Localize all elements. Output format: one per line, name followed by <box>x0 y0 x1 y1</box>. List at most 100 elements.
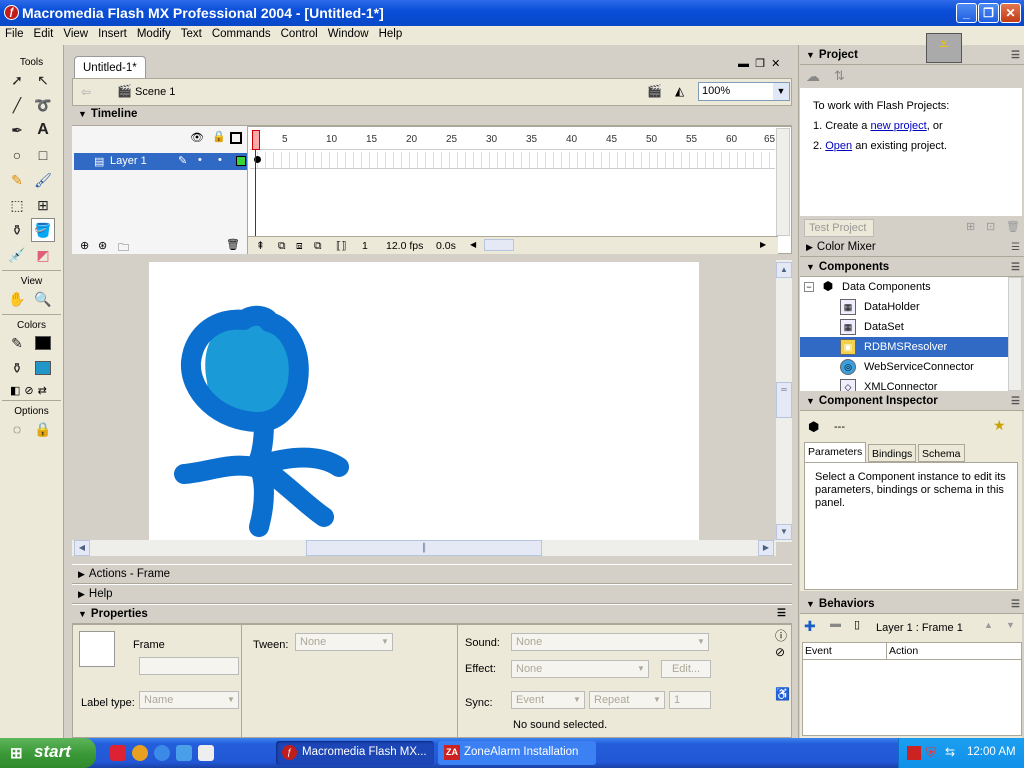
menu-modify[interactable]: Modify <box>132 26 176 40</box>
zoom-tool-icon[interactable]: 🔍 <box>31 287 55 311</box>
doc-minimize-icon[interactable]: ▬ <box>738 58 749 70</box>
text-tool-icon[interactable]: A <box>31 118 55 142</box>
scroll-right-icon[interactable]: ▶ <box>760 240 766 249</box>
add-motion-guide-icon[interactable]: ⊛ <box>98 239 107 252</box>
stage-hscroll[interactable]: ◀ ║ ▶ <box>72 540 776 556</box>
label-type-select[interactable]: Name ▼ <box>139 691 239 709</box>
menu-view[interactable]: View <box>58 26 93 40</box>
start-button[interactable]: ⊞ start <box>0 738 96 768</box>
project-add-icon[interactable]: ⊞ <box>966 220 975 233</box>
swap-colors-icon[interactable]: ⇄ <box>38 384 47 397</box>
delete-layer-icon[interactable]: 🗑 <box>226 238 240 251</box>
minimize-button[interactable]: _ <box>956 3 977 23</box>
tree-item[interactable]: ◎ WebServiceConnector <box>800 357 1008 377</box>
insert-folder-icon[interactable]: 🗀 <box>118 239 129 258</box>
panel-options-icon[interactable]: ☰ <box>1011 396 1020 407</box>
tree-group[interactable]: − ⬢ Data Components <box>800 277 1008 297</box>
subselect-tool-icon[interactable]: ↖ <box>31 68 55 92</box>
timeline-header[interactable]: ▼ Timeline <box>72 108 792 126</box>
repeat-select[interactable]: Repeat ▼ <box>589 691 665 709</box>
menu-edit[interactable]: Edit <box>29 26 59 40</box>
tree-item[interactable]: ▦ DataSet <box>800 317 1008 337</box>
onion-outline-icon[interactable]: ⧈ <box>296 240 303 253</box>
line-tool-icon[interactable]: ╱ <box>5 93 29 117</box>
project-trash-icon[interactable]: 🗑 <box>1006 220 1020 233</box>
clock[interactable]: 12:00 AM <box>967 746 1016 758</box>
actions-panel-header[interactable]: ▶ Actions - Frame <box>72 564 792 584</box>
flash-app-icon[interactable]: ƒ <box>4 5 19 20</box>
modify-onion-icon[interactable]: ⟦⟧ <box>336 240 346 252</box>
zonealarm-quick-icon[interactable] <box>110 745 126 761</box>
zoom-select[interactable]: 100% ▼ <box>698 82 790 101</box>
star-icon[interactable]: ★ <box>993 417 1006 434</box>
fill-transform-tool-icon[interactable]: ⊞ <box>31 193 55 217</box>
lasso-tool-icon[interactable]: ➰ <box>31 93 55 117</box>
col-action[interactable]: Action <box>887 643 920 659</box>
oval-tool-icon[interactable]: ○ <box>5 143 29 167</box>
browser-quick-icon[interactable] <box>132 745 148 761</box>
behaviors-header[interactable]: ▼ Behaviors ☰ <box>800 595 1024 614</box>
repeat-count-input[interactable]: 1 <box>669 691 711 709</box>
tree-item[interactable]: ◇ XMLConnector <box>800 377 1008 391</box>
arrow-tool-icon[interactable]: ➚ <box>5 68 29 92</box>
menu-file[interactable]: File <box>0 26 29 40</box>
scroll-left-icon[interactable]: ◀ <box>470 240 476 249</box>
panel-options-icon[interactable]: ☰ <box>1011 50 1020 61</box>
hscroll-thumb[interactable]: ║ <box>306 540 542 556</box>
timeline-vscroll[interactable] <box>776 128 790 236</box>
chevron-down-icon[interactable]: ▼ <box>773 83 789 100</box>
tab-parameters[interactable]: Parameters <box>804 442 867 462</box>
menu-help[interactable]: Help <box>374 26 408 40</box>
components-header[interactable]: ▼ Components ☰ <box>800 258 1024 277</box>
close-button[interactable]: ✕ <box>1000 3 1021 23</box>
menu-control[interactable]: Control <box>276 26 323 40</box>
remove-behavior-icon[interactable]: ▬ <box>830 618 841 630</box>
move-up-icon[interactable]: ▲ <box>984 620 993 630</box>
help-panel-header[interactable]: ▶ Help <box>72 584 792 604</box>
tab-bindings[interactable]: Bindings <box>868 444 917 462</box>
move-down-icon[interactable]: ▼ <box>1006 620 1015 630</box>
back-arrow-icon[interactable]: ⇦ <box>81 85 91 99</box>
panel-options-icon[interactable]: ☰ <box>1011 599 1020 610</box>
project-panel-header[interactable]: ▼ Project ☰ <box>800 46 1024 65</box>
edit-multiple-icon[interactable]: ⧉ <box>314 240 322 253</box>
tree-item[interactable]: ▦ DataHolder <box>800 297 1008 317</box>
ink-bottle-tool-icon[interactable]: ⚱ <box>5 218 29 242</box>
zonealarm-icon[interactable]: ⩡ <box>926 33 962 63</box>
stage-vscroll[interactable]: ▲ ═ ▼ <box>776 260 792 542</box>
scroll-left-icon[interactable]: ◀ <box>74 540 90 556</box>
zonealarm-tray-icon[interactable] <box>907 746 921 760</box>
outline-icon[interactable] <box>230 132 242 144</box>
accessibility-icon[interactable]: ♿ <box>775 687 790 701</box>
add-behavior-icon[interactable]: ✚ <box>804 618 816 635</box>
layer-name[interactable]: Layer 1 <box>110 155 147 167</box>
eyedropper-tool-icon[interactable]: 💉 <box>5 243 29 267</box>
properties-panel-header[interactable]: ▼ Properties ☰ <box>72 604 792 624</box>
collapse-arrow-icon[interactable]: ▼ <box>78 609 87 619</box>
document-tab[interactable]: Untitled-1* <box>74 56 146 78</box>
components-scrollbar[interactable] <box>1008 277 1022 391</box>
panel-options-icon[interactable]: ☰ <box>1011 242 1020 253</box>
taskbar-item-zonealarm[interactable]: ZA ZoneAlarm Installation <box>438 741 596 765</box>
restore-button[interactable]: ❐ <box>978 3 999 23</box>
stage[interactable] <box>149 262 699 540</box>
layer-row[interactable]: ▤ Layer 1 ✎ • • <box>74 153 247 170</box>
taskbar-item-flash[interactable]: ƒ Macromedia Flash MX... <box>276 741 434 765</box>
component-inspector-header[interactable]: ▼ Component Inspector ☰ <box>800 392 1024 411</box>
security-shield-icon[interactable]: ⛨ <box>926 745 936 761</box>
menu-insert[interactable]: Insert <box>93 26 132 40</box>
open-project-link[interactable]: Open <box>825 140 852 152</box>
tab-schema[interactable]: Schema <box>918 444 965 462</box>
project-new-icon[interactable]: ⊡ <box>986 220 995 233</box>
edit-sound-button[interactable]: Edit... <box>661 660 711 678</box>
panel-options-icon[interactable]: ☰ <box>777 608 786 619</box>
edit-scene-icon[interactable]: 🎬 <box>647 84 662 98</box>
layer-color-swatch[interactable] <box>236 156 246 166</box>
pen-tool-icon[interactable]: ✒ <box>5 118 29 142</box>
edit-symbols-icon[interactable]: ◭ <box>675 84 684 98</box>
gap-size-icon[interactable]: ◌ <box>5 417 29 441</box>
new-project-link[interactable]: new project <box>870 120 926 132</box>
brush-tool-icon[interactable]: 🖌 <box>31 168 55 192</box>
hand-tool-icon[interactable]: ✋ <box>5 287 29 311</box>
network-icon[interactable]: ⇆ <box>945 745 955 759</box>
